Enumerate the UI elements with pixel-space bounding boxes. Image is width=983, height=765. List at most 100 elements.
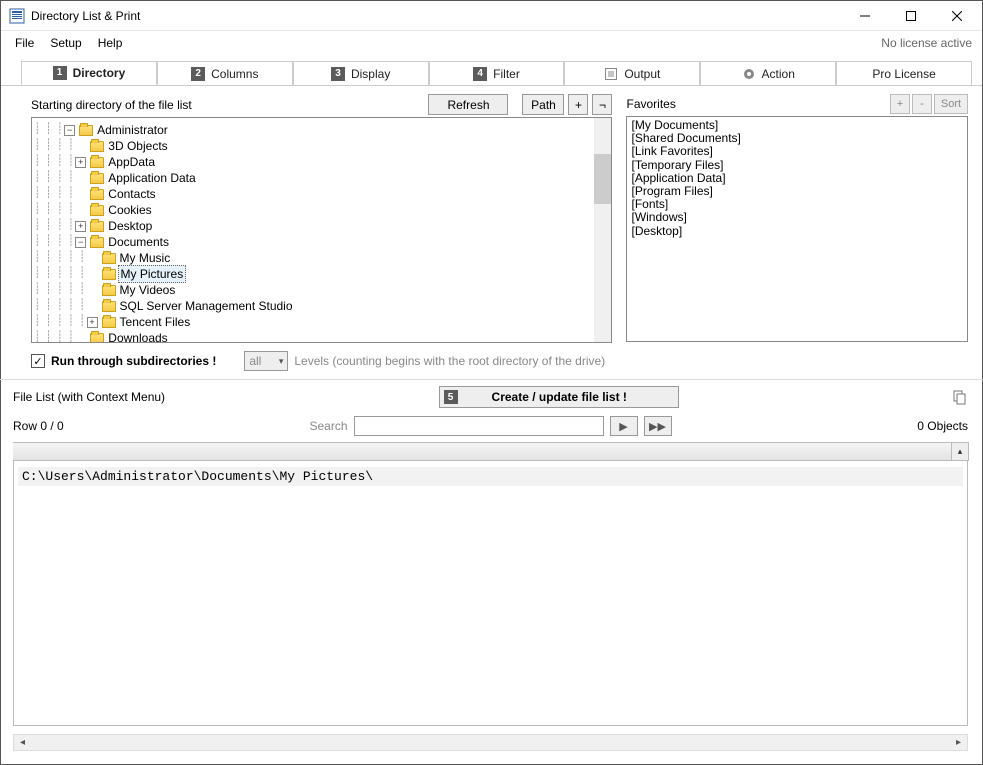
tab-action[interactable]: Action bbox=[700, 61, 836, 85]
tree-item[interactable]: ┊ ┊ ┊ ┊ ┊ SQL Server Management Studio bbox=[34, 298, 609, 314]
expand-icon[interactable]: + bbox=[75, 157, 86, 168]
gear-icon bbox=[742, 67, 756, 81]
collapse-icon[interactable]: − bbox=[64, 125, 75, 136]
minimize-button[interactable] bbox=[842, 1, 888, 31]
create-label: Create / update file list ! bbox=[492, 390, 627, 404]
tab-label: Columns bbox=[211, 67, 258, 81]
folder-icon bbox=[90, 173, 104, 184]
expand-icon[interactable]: + bbox=[75, 221, 86, 232]
tab-columns[interactable]: 2 Columns bbox=[157, 61, 293, 85]
folder-icon bbox=[102, 253, 116, 264]
favorite-item[interactable]: [Desktop] bbox=[631, 225, 963, 238]
create-update-button[interactable]: 5 Create / update file list ! bbox=[439, 386, 679, 408]
tree-item-label: Downloads bbox=[108, 330, 167, 343]
tab-directory[interactable]: 1 Directory bbox=[21, 61, 157, 85]
levels-hint: Levels (counting begins with the root di… bbox=[294, 354, 605, 368]
tab-label: Display bbox=[351, 67, 390, 81]
tree-item[interactable]: ┊ ┊ ┊ ┊ ┊ My Music bbox=[34, 250, 609, 266]
tab-label: Action bbox=[762, 67, 795, 81]
window-title: Directory List & Print bbox=[31, 9, 140, 23]
neg-button[interactable]: ¬ bbox=[592, 94, 612, 115]
scroll-left-icon[interactable]: ◂ bbox=[14, 735, 31, 750]
tree-item-label: Desktop bbox=[108, 218, 152, 234]
menu-setup[interactable]: Setup bbox=[42, 34, 89, 52]
tree-item-label: Cookies bbox=[108, 202, 151, 218]
titlebar: Directory List & Print bbox=[1, 1, 982, 31]
levels-combo-value: all bbox=[249, 354, 261, 368]
tree-item-label: Administrator bbox=[97, 122, 168, 138]
tree-item[interactable]: ┊ ┊ ┊ ┊ +Desktop bbox=[34, 218, 609, 234]
favorite-item[interactable]: [Windows] bbox=[631, 211, 963, 224]
refresh-button[interactable]: Refresh bbox=[428, 94, 508, 115]
fav-add-button[interactable]: + bbox=[890, 94, 910, 114]
create-num-5: 5 bbox=[444, 390, 458, 404]
tab-pro-license[interactable]: Pro License bbox=[836, 61, 972, 85]
menu-file[interactable]: File bbox=[7, 34, 42, 52]
app-icon bbox=[9, 8, 25, 24]
folder-icon bbox=[90, 157, 104, 168]
levels-combo[interactable]: all ▾ bbox=[244, 351, 288, 371]
fav-sort-button[interactable]: Sort bbox=[934, 94, 968, 114]
tab-label: Directory bbox=[73, 66, 126, 80]
license-status: No license active bbox=[881, 36, 972, 50]
favorites-list[interactable]: [My Documents][Shared Documents][Link Fa… bbox=[626, 116, 968, 342]
grid-header[interactable]: ▴ bbox=[13, 442, 968, 461]
tree-item-label: My Videos bbox=[120, 282, 176, 298]
favorite-item[interactable]: [Link Favorites] bbox=[631, 145, 963, 158]
tree-item-label: SQL Server Management Studio bbox=[120, 298, 293, 314]
tree-item[interactable]: ┊ ┊ ┊ ┊ Cookies bbox=[34, 202, 609, 218]
maximize-button[interactable] bbox=[888, 1, 934, 31]
run-subdirs-checkbox[interactable]: ✓ bbox=[31, 354, 45, 368]
horizontal-scrollbar[interactable]: ◂ ▸ bbox=[13, 734, 968, 751]
fav-remove-button[interactable]: - bbox=[912, 94, 932, 114]
folder-icon bbox=[90, 189, 104, 200]
folder-icon bbox=[79, 125, 93, 136]
tree-item[interactable]: ┊ ┊ ┊ ┊ +AppData bbox=[34, 154, 609, 170]
favorite-item[interactable]: [Application Data] bbox=[631, 172, 963, 185]
tree-item-label: 3D Objects bbox=[108, 138, 167, 154]
favorite-item[interactable]: [Program Files] bbox=[631, 185, 963, 198]
add-path-button[interactable]: + bbox=[568, 94, 588, 115]
folder-icon bbox=[90, 221, 104, 232]
copy-icon[interactable] bbox=[952, 389, 968, 405]
row-count: Row 0 / 0 bbox=[13, 419, 64, 433]
search-skip-button[interactable]: ▶▶ bbox=[644, 416, 672, 436]
file-list-header: File List (with Context Menu) 5 Create /… bbox=[1, 380, 982, 414]
tree-item[interactable]: ┊ ┊ ┊ ┊ −Documents bbox=[34, 234, 609, 250]
folder-icon bbox=[102, 317, 116, 328]
tree-scroll-thumb[interactable] bbox=[594, 154, 611, 204]
tab-display[interactable]: 3 Display bbox=[293, 61, 429, 85]
path-button[interactable]: Path bbox=[522, 94, 564, 115]
file-list-grid[interactable]: C:\Users\Administrator\Documents\My Pict… bbox=[13, 461, 968, 726]
folder-icon bbox=[90, 333, 104, 344]
tree-item[interactable]: ┊ ┊ ┊ ┊ ┊ My Pictures bbox=[34, 266, 609, 282]
folder-icon bbox=[102, 269, 116, 280]
tree-item[interactable]: ┊ ┊ ┊ ┊ ┊ My Videos bbox=[34, 282, 609, 298]
expand-icon[interactable]: + bbox=[87, 317, 98, 328]
tree-item-label: My Music bbox=[120, 250, 171, 266]
tree-item-label: Tencent Files bbox=[120, 314, 191, 330]
directory-tree[interactable]: ┊ ┊ ┊ −Administrator┊ ┊ ┊ ┊ 3D Objects┊ … bbox=[31, 117, 612, 343]
close-button[interactable] bbox=[934, 1, 980, 31]
search-next-button[interactable]: ▶ bbox=[610, 416, 638, 436]
tree-item-label: Application Data bbox=[108, 170, 195, 186]
tree-item[interactable]: ┊ ┊ ┊ −Administrator bbox=[34, 122, 609, 138]
tree-item[interactable]: ┊ ┊ ┊ ┊ Contacts bbox=[34, 186, 609, 202]
menu-help[interactable]: Help bbox=[90, 34, 131, 52]
scroll-right-icon[interactable]: ▸ bbox=[950, 735, 967, 750]
tab-output[interactable]: Output bbox=[564, 61, 700, 85]
tab-filter[interactable]: 4 Filter bbox=[429, 61, 565, 85]
tree-item[interactable]: ┊ ┊ ┊ ┊ 3D Objects bbox=[34, 138, 609, 154]
search-input[interactable] bbox=[354, 416, 604, 436]
tree-item[interactable]: ┊ ┊ ┊ ┊ Application Data bbox=[34, 170, 609, 186]
starting-dir-label: Starting directory of the file list bbox=[31, 98, 192, 112]
folder-icon bbox=[90, 141, 104, 152]
collapse-icon[interactable]: − bbox=[75, 237, 86, 248]
objects-count: 0 Objects bbox=[917, 419, 968, 433]
scroll-up-icon[interactable]: ▴ bbox=[951, 442, 969, 461]
tree-item[interactable]: ┊ ┊ ┊ ┊ ┊ +Tencent Files bbox=[34, 314, 609, 330]
tree-item[interactable]: ┊ ┊ ┊ ┊ Downloads bbox=[34, 330, 609, 343]
favorite-item[interactable]: [Temporary Files] bbox=[631, 159, 963, 172]
tree-scrollbar[interactable] bbox=[594, 118, 611, 342]
directory-panel: Starting directory of the file list Refr… bbox=[1, 86, 982, 379]
